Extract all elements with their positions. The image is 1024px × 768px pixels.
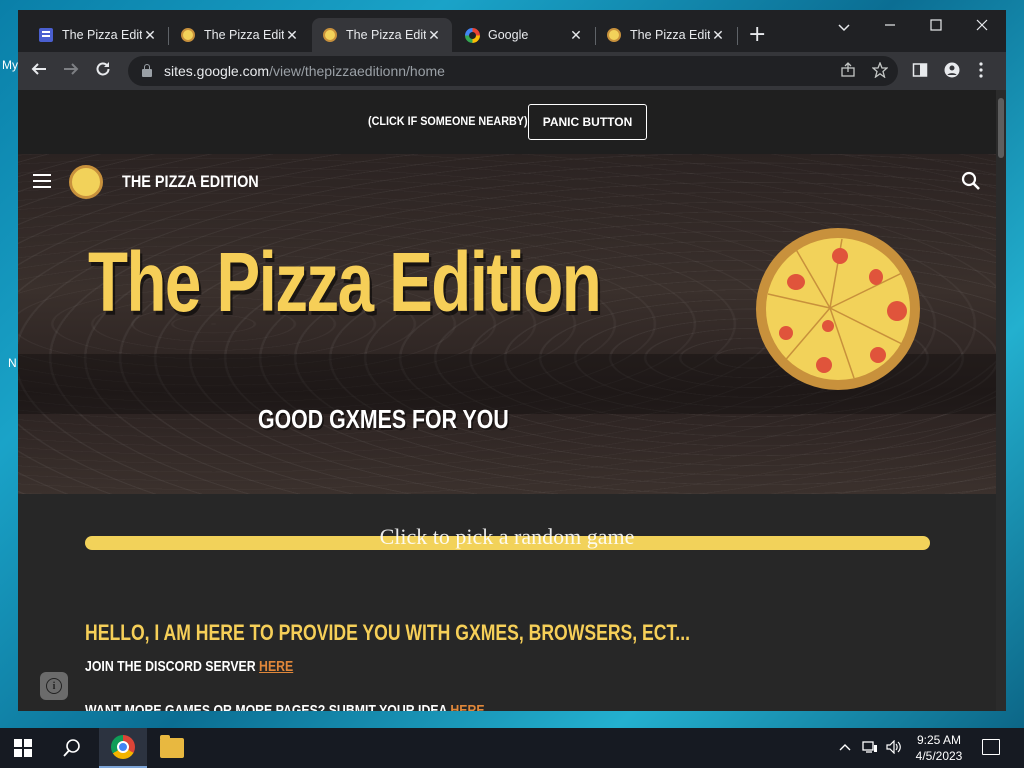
browser-toolbar: sites.google.com /view/thepizzaeditionn/… (18, 52, 1006, 90)
tab-3-active[interactable]: The Pizza Editi ✕ (312, 18, 452, 52)
share-icon[interactable] (840, 62, 856, 82)
lock-icon[interactable] (142, 64, 152, 77)
google-icon (464, 27, 480, 43)
pizza-illustration-icon (756, 228, 920, 390)
forward-button[interactable] (62, 60, 80, 83)
tab-title: The Pizza Editi (346, 28, 426, 42)
pizza-icon (322, 27, 338, 43)
submit-idea-link[interactable]: HERE (450, 702, 484, 711)
pizza-icon (606, 27, 622, 43)
random-game-label[interactable]: Click to pick a random game (18, 524, 996, 550)
tab-search-icon[interactable] (838, 18, 850, 37)
file-explorer-icon[interactable] (160, 735, 184, 758)
site-logo-pizza-icon[interactable] (69, 165, 103, 199)
system-clock[interactable]: 9:25 AM 4/5/2023 (906, 732, 972, 764)
site-name[interactable]: THE PIZZA EDITION (122, 172, 259, 192)
tab-1[interactable]: The Pizza Editi ✕ (28, 18, 168, 52)
search-icon[interactable] (62, 738, 82, 758)
desktop-icon-label[interactable]: My (2, 58, 18, 72)
close-icon[interactable]: ✕ (142, 27, 158, 44)
windows-taskbar: 9:25 AM 4/5/2023 (0, 728, 1024, 768)
discord-link[interactable]: HERE (259, 658, 293, 675)
bookmark-star-icon[interactable] (871, 61, 889, 82)
submit-idea-line: WANT MORE GAMES OR MORE PAGES? SUBMIT YO… (85, 702, 485, 711)
panic-button[interactable]: PANIC BUTTON (528, 104, 647, 140)
desktop-icon-label[interactable]: N (8, 356, 17, 370)
hero-subtitle: GOOD GXMES FOR YOU (258, 404, 509, 434)
webpage: (CLICK IF SOMEONE NEARBY) PANIC BUTTON T… (18, 90, 996, 711)
chrome-icon (111, 735, 135, 759)
close-window-button[interactable] (976, 16, 988, 35)
tab-strip: The Pizza Editi ✕ The Pizza Editi ✕ The … (18, 10, 1006, 52)
close-icon[interactable]: ✕ (710, 27, 726, 44)
network-icon[interactable] (862, 740, 878, 758)
submit-text: WANT MORE GAMES OR MORE PAGES? SUBMIT YO… (85, 702, 451, 711)
hero-title: The Pizza Edition (88, 235, 602, 329)
search-icon[interactable] (961, 171, 981, 191)
tab-title: Google (488, 28, 529, 42)
profile-icon[interactable] (944, 62, 960, 82)
reload-button[interactable] (94, 60, 112, 83)
address-bar[interactable]: sites.google.com /view/thepizzaeditionn/… (128, 56, 898, 86)
tray-chevron-up-icon[interactable] (838, 740, 852, 758)
hero-banner: THE PIZZA EDITION The Pizza Edition GOOD… (18, 154, 996, 494)
notification-center-icon[interactable] (982, 739, 1000, 755)
close-icon[interactable]: ✕ (284, 27, 300, 44)
chrome-taskbar-button[interactable] (99, 728, 147, 768)
info-icon[interactable]: i (40, 672, 68, 700)
new-tab-button[interactable]: + (748, 24, 766, 46)
browser-window: The Pizza Editi ✕ The Pizza Editi ✕ The … (18, 10, 1006, 711)
clock-date: 4/5/2023 (915, 749, 963, 763)
google-sites-icon (38, 27, 54, 43)
menu-kebab-icon[interactable] (978, 62, 984, 82)
tab-5[interactable]: The Pizza Editi ✕ (596, 18, 736, 52)
scrollbar-thumb[interactable] (998, 98, 1004, 158)
url-host: sites.google.com (164, 63, 270, 79)
windows-start-icon[interactable] (14, 739, 32, 757)
tab-title: The Pizza Editi (630, 28, 710, 42)
tab-separator (168, 27, 169, 45)
tab-title: The Pizza Editi (204, 28, 284, 42)
panic-banner: (CLICK IF SOMEONE NEARBY) PANIC BUTTON (18, 90, 996, 154)
hamburger-menu-icon[interactable] (33, 174, 51, 188)
tab-2[interactable]: The Pizza Editi ✕ (170, 18, 310, 52)
discord-text: JOIN THE DISCORD SERVER (85, 658, 260, 675)
page-scrollbar[interactable] (996, 90, 1006, 711)
url-path: /view/thepizzaeditionn/home (269, 63, 445, 79)
volume-icon[interactable] (886, 739, 902, 758)
back-button[interactable] (30, 60, 48, 83)
clock-time: 9:25 AM (916, 733, 962, 747)
intro-heading: HELLO, I AM HERE TO PROVIDE YOU WITH GXM… (85, 620, 690, 645)
tab-separator (737, 27, 738, 45)
tab-title: The Pizza Editi (62, 28, 142, 42)
pizza-icon (180, 27, 196, 43)
panic-caption: (CLICK IF SOMEONE NEARBY) (368, 114, 528, 128)
close-icon[interactable]: ✕ (426, 27, 442, 44)
minimize-button[interactable] (884, 16, 896, 35)
close-icon[interactable]: ✕ (568, 27, 584, 44)
side-panel-icon[interactable] (912, 62, 928, 82)
discord-line: JOIN THE DISCORD SERVER HERE (85, 658, 293, 675)
maximize-button[interactable] (930, 16, 942, 35)
tab-4[interactable]: Google ✕ (454, 18, 594, 52)
